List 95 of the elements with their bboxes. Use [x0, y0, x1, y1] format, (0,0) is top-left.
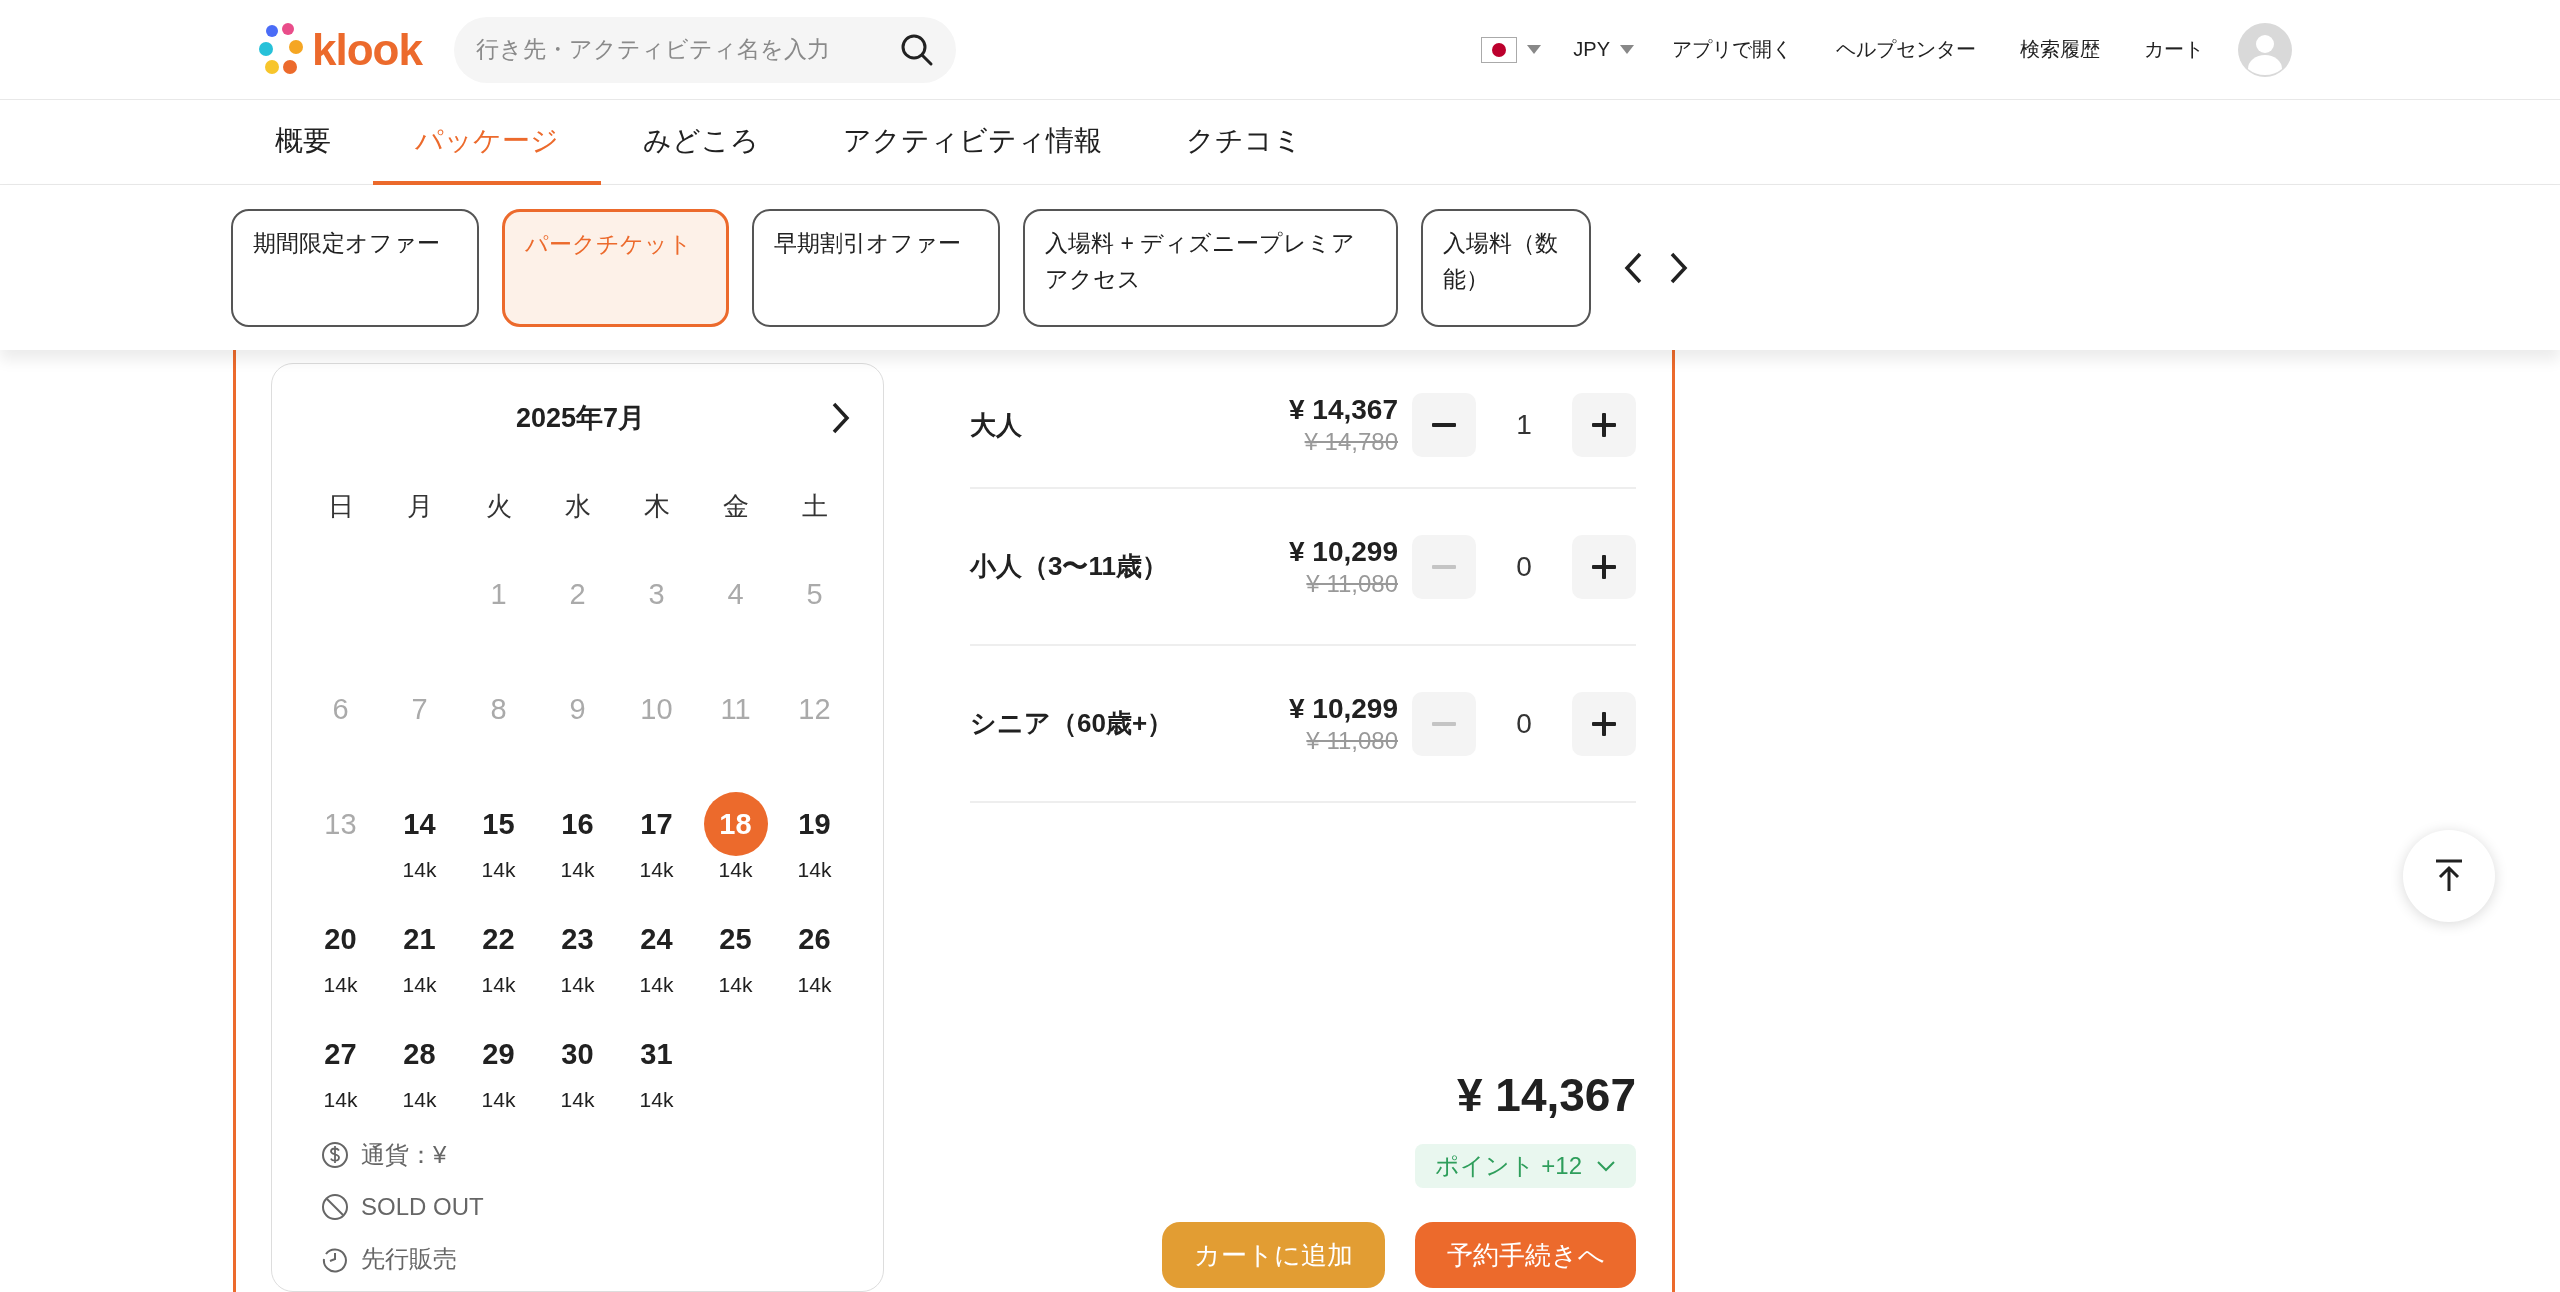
package-option[interactable]: 期間限定オファー — [231, 208, 479, 327]
logo-icon[interactable] — [258, 22, 304, 77]
header-link[interactable]: 検索履歴 — [1998, 36, 2122, 63]
calendar-day[interactable]: 16 — [545, 792, 610, 856]
search-icon[interactable] — [899, 32, 934, 67]
minus-icon — [1432, 423, 1456, 427]
plus-icon — [1592, 554, 1616, 579]
quantity-value: 0 — [1515, 550, 1533, 583]
calendar-day[interactable]: 22 — [466, 907, 531, 971]
day-price: 14k — [718, 973, 753, 997]
quantity-value: 0 — [1515, 707, 1533, 740]
day-price: 14k — [481, 858, 516, 882]
legend-text: SOLD OUT — [361, 1193, 484, 1221]
calendar-day[interactable]: 14 — [387, 792, 452, 856]
calendar-day[interactable]: 25 — [703, 907, 768, 971]
ticket-price: ¥ 10,299 — [1289, 692, 1398, 725]
tab[interactable]: アクティビティ情報 — [801, 100, 1144, 185]
ticket-price: ¥ 14,367 — [1289, 394, 1398, 426]
calendar-day[interactable]: 20 — [308, 907, 373, 971]
package-option[interactable]: 入場料 + ディズニープレミアアクセス — [1023, 208, 1398, 327]
day-price: 14k — [481, 973, 516, 997]
tab[interactable]: 概要 — [233, 100, 373, 185]
day-price: 14k — [718, 858, 753, 882]
weekday-label: 月 — [405, 489, 434, 523]
weekday-label: 金 — [721, 489, 750, 523]
weekday-label: 日 — [326, 489, 355, 523]
header-link[interactable]: ヘルプセンター — [1814, 36, 1998, 63]
day-price: 14k — [797, 858, 832, 882]
original-price: ¥ 11,080 — [1306, 569, 1398, 598]
flag-icon — [1481, 36, 1518, 63]
calendar-day[interactable]: 28 — [387, 1022, 452, 1086]
calendar-day[interactable]: 19 — [782, 792, 847, 856]
ticket-name: シニア（60歳+） — [970, 707, 1175, 740]
original-price: ¥ 14,780 — [1304, 428, 1398, 456]
calendar-day[interactable]: 30 — [545, 1022, 610, 1086]
day-price: 14k — [560, 973, 595, 997]
day-price: 14k — [323, 973, 358, 997]
calendar-day[interactable]: 17 — [624, 792, 689, 856]
day-price: 14k — [560, 858, 595, 882]
weekday-label: 水 — [563, 489, 592, 523]
chevron-down-icon — [1596, 1160, 1616, 1172]
total-price: ¥ 14,367 — [1456, 1068, 1636, 1122]
arrow-up-icon — [2434, 859, 2464, 893]
tab[interactable]: クチコミ — [1144, 100, 1344, 185]
ticket-name: 小人（3〜11歳） — [970, 550, 1169, 583]
header-link[interactable]: アプリで開く — [1650, 36, 1814, 63]
package-option[interactable]: 早期割引オファー — [752, 208, 1000, 327]
minus-icon — [1432, 564, 1456, 569]
increment-button[interactable] — [1572, 534, 1636, 599]
ticket-price: ¥ 10,299 — [1289, 535, 1398, 568]
increment-button[interactable] — [1572, 393, 1636, 457]
day-price: 14k — [481, 1088, 516, 1112]
legend-text: 通貨：¥ — [361, 1140, 447, 1170]
caret-icon — [1620, 45, 1634, 54]
search-field[interactable]: 行き先・アクティビティ名を入力 — [453, 16, 956, 83]
tab[interactable]: みどころ — [601, 100, 801, 185]
decrement-button[interactable] — [1412, 393, 1476, 457]
calendar-day[interactable]: 31 — [624, 1022, 689, 1086]
day-price: 14k — [639, 973, 674, 997]
quantity-value: 1 — [1515, 409, 1533, 441]
calendar-day[interactable]: 27 — [308, 1022, 373, 1086]
header-link[interactable]: カート — [2122, 36, 2226, 63]
plus-icon — [1592, 413, 1616, 437]
weekday-label: 火 — [484, 489, 513, 523]
day-price: 14k — [323, 1088, 358, 1112]
increment-button[interactable] — [1572, 691, 1636, 756]
package-option[interactable]: 入場料（数能） — [1421, 208, 1591, 327]
currency-dropdown[interactable]: JPY — [1557, 38, 1650, 61]
ticket-name: 大人 — [970, 408, 1023, 442]
calendar-day[interactable]: 15 — [466, 792, 531, 856]
next-month-icon[interactable] — [830, 400, 852, 436]
day-price: 14k — [402, 858, 437, 882]
day-price: 14k — [560, 1088, 595, 1112]
day-price: 14k — [639, 1088, 674, 1112]
calendar-day[interactable]: 24 — [624, 907, 689, 971]
dollar-icon — [321, 1141, 349, 1169]
day-price: 14k — [797, 973, 832, 997]
weekday-label: 土 — [800, 489, 829, 523]
minus-icon — [1432, 721, 1456, 726]
calendar-day[interactable]: 26 — [782, 907, 847, 971]
month-title: 2025年7月 — [514, 402, 647, 435]
calendar-day[interactable]: 29 — [466, 1022, 531, 1086]
day-price: 14k — [639, 858, 674, 882]
back-to-top-button[interactable] — [2403, 830, 2495, 922]
day-price: 14k — [402, 1088, 437, 1112]
plus-icon — [1592, 711, 1616, 736]
calendar-day[interactable]: 21 — [387, 907, 452, 971]
weekday-label: 木 — [642, 489, 671, 523]
original-price: ¥ 11,080 — [1306, 726, 1398, 755]
legend-text: 先行販売 — [361, 1244, 457, 1274]
day-price: 14k — [402, 973, 437, 997]
calendar-day[interactable]: 23 — [545, 907, 610, 971]
caret-icon — [1527, 45, 1542, 54]
clock-icon — [321, 1245, 349, 1273]
prohibited-icon — [321, 1193, 349, 1221]
